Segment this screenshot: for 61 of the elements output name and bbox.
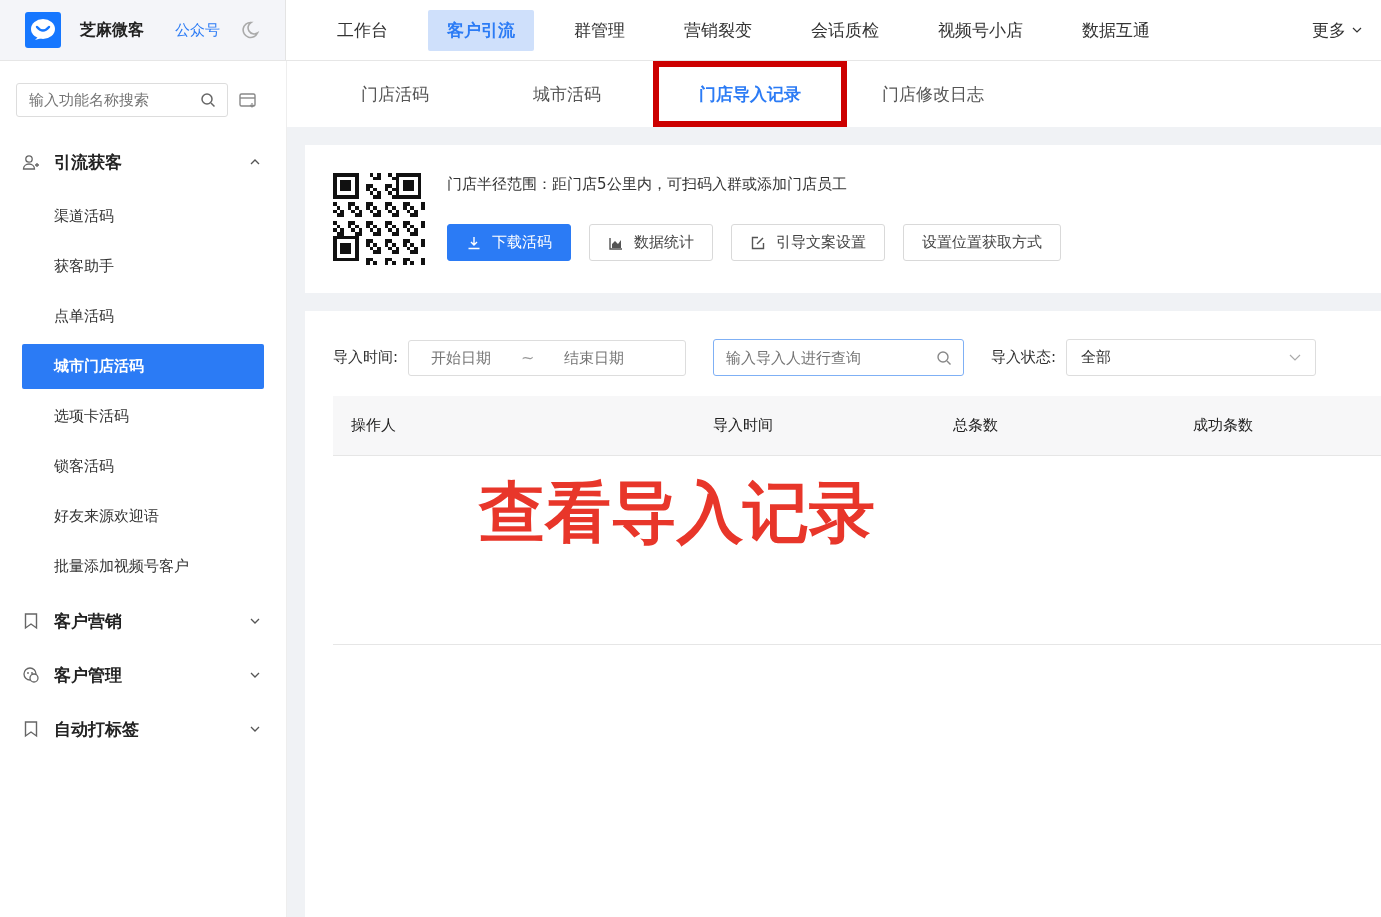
column-header: 导入时间 [713,416,773,435]
sub-tab[interactable]: 门店导入记录 [653,61,847,127]
chevron-down-icon [1352,27,1362,33]
filter-label: 导入时间: [333,348,399,367]
nav-tab[interactable]: 会话质检 [792,9,898,51]
menu-item[interactable]: 城市门店活码 [22,344,264,389]
sub-tab[interactable]: 城市活码 [481,64,653,124]
column-header: 成功条数 [1193,416,1253,435]
column-header: 总条数 [953,416,998,435]
nav-tab[interactable]: 数据互通 [1063,9,1169,51]
moon-icon[interactable] [240,20,260,40]
user-add-icon [22,153,40,171]
menu-item[interactable]: 渠道活码 [22,194,264,239]
menu-item[interactable]: 好友来源欢迎语 [22,494,264,539]
sub-tab[interactable]: 门店活码 [309,64,481,124]
menu-item[interactable]: 获客助手 [22,244,264,289]
column-header: 操作人 [351,416,396,435]
menu-group[interactable]: 客户营销 [16,594,264,648]
menu-group[interactable]: 引流获客 [16,135,264,189]
range-separator: ~ [521,348,535,367]
action-button[interactable]: 引导文案设置 [731,224,885,261]
chevron-down-icon [250,726,260,732]
store-radius-text: 门店半径范围：距门店5公里内，可扫码入群或添加门店员工 [447,175,848,194]
search-field[interactable]: 输入导入人进行查询 [713,339,965,376]
nav-tab[interactable]: 视频号小店 [919,9,1042,51]
nav-tab[interactable]: 群管理 [555,9,644,51]
start-date-input[interactable]: 开始日期 [409,347,514,368]
logo-icon [25,12,61,48]
chevron-down-icon [1289,354,1302,361]
sub-tab[interactable]: 门店修改日志 [847,64,1019,124]
action-button[interactable]: 下载活码 [447,224,571,261]
menu-item[interactable]: 批量添加视频号客户 [22,544,264,589]
action-button[interactable]: 设置位置获取方式 [903,224,1061,261]
menu-group[interactable]: 客户管理 [16,648,264,702]
menu-item[interactable]: 锁客活码 [22,444,264,489]
menu-item[interactable]: 选项卡活码 [22,394,264,439]
search-field[interactable]: 输入功能名称搜索 [16,83,228,117]
download-icon [466,234,482,251]
card-icon[interactable] [238,90,258,110]
menu-item[interactable]: 点单活码 [22,294,264,339]
edit-icon [750,234,766,251]
status-select[interactable]: 全部 [1066,339,1317,376]
search-icon [200,92,216,108]
end-date-input[interactable]: 结束日期 [542,347,647,368]
nav-tab[interactable]: 营销裂变 [665,9,771,51]
action-button[interactable]: 数据统计 [589,224,713,261]
chevron-up-icon [250,159,260,165]
menu-group[interactable]: 自动打标签 [16,702,264,756]
nav-tab[interactable]: 工作台 [318,9,407,51]
brand-name: 芝麻微客 [80,19,144,41]
nav-tab[interactable]: 更多 [1293,9,1381,51]
bookmark-icon [22,720,40,738]
chevron-down-icon [250,618,260,624]
filter-label: 导入状态: [991,348,1057,367]
search-icon [936,349,953,366]
official-account-link[interactable]: 公众号 [175,20,220,40]
qr-code-icon [333,173,425,265]
bookmark-icon [22,612,40,630]
chat-icon [22,666,40,684]
chevron-down-icon [250,672,260,678]
annotation-text: 查看导入记录 [479,473,875,553]
